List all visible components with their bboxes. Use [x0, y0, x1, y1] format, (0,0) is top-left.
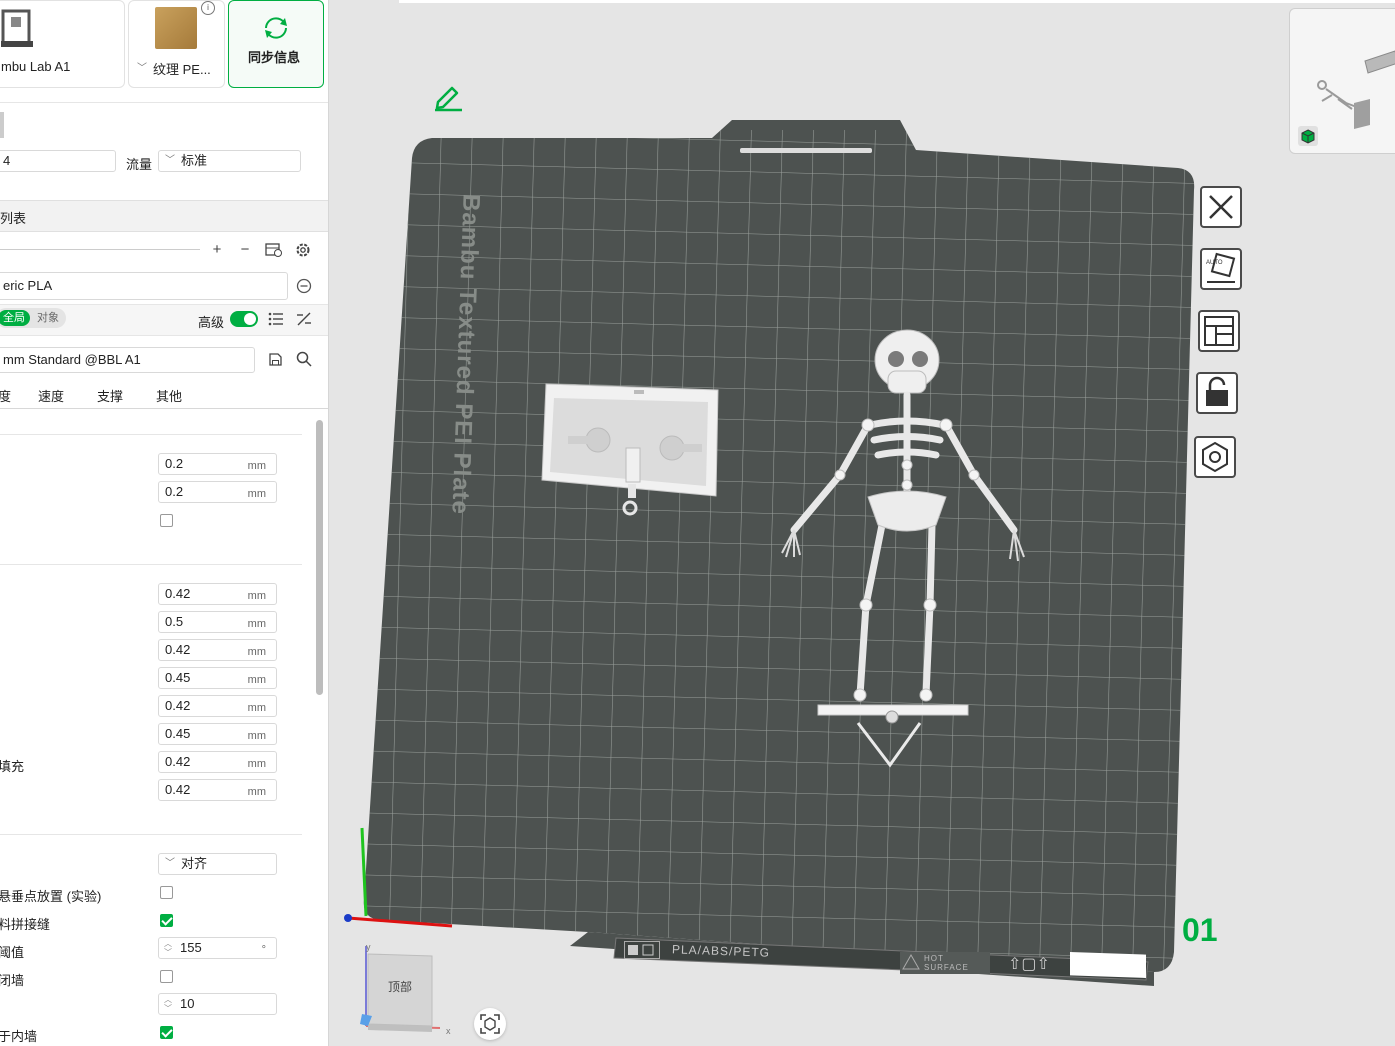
- line-width-field[interactable]: 0.42 mm: [158, 779, 277, 801]
- close-icon[interactable]: [1200, 186, 1242, 228]
- recenter-button[interactable]: [474, 1008, 506, 1040]
- tab-others[interactable]: 其他: [156, 386, 182, 405]
- threshold-stepper[interactable]: ︿ ﹀ 155 °: [158, 937, 277, 959]
- plate-preview: [1317, 50, 1395, 129]
- list-header-title: 列表: [0, 211, 27, 226]
- printer-card[interactable]: mbu Lab A1: [0, 0, 125, 88]
- plate-name: 纹理 PE...: [153, 62, 211, 77]
- filament-value-field[interactable]: 4: [0, 150, 116, 172]
- chevron-down-icon: ﹀: [165, 858, 175, 869]
- list-header: 列表: [0, 200, 328, 232]
- overhang-checkbox[interactable]: [160, 886, 173, 899]
- line-width-field[interactable]: 0.5 mm: [158, 611, 277, 633]
- sync-icon: [265, 17, 287, 39]
- tab-quality[interactable]: 度: [0, 386, 11, 405]
- scrollbar[interactable]: [316, 420, 323, 695]
- list-icon[interactable]: [268, 311, 284, 327]
- stepper-up-icon[interactable]: ︿: [164, 996, 172, 1004]
- section-marker: [0, 112, 4, 138]
- inner-wall-checkbox[interactable]: [160, 1026, 173, 1039]
- minus-circle-icon[interactable]: [296, 278, 312, 294]
- skeleton-model[interactable]: [770, 325, 1030, 775]
- plate-settings-icon[interactable]: [1194, 436, 1236, 478]
- fill-label: 填充: [0, 759, 25, 774]
- wall-label: 闭墙: [0, 973, 25, 988]
- focus-icon: [480, 1014, 500, 1034]
- chevron-down-icon: ﹀: [165, 155, 175, 166]
- edit-icon[interactable]: [432, 82, 466, 112]
- stepper-up-icon[interactable]: ︿: [164, 940, 172, 948]
- view-cube-label: 顶部: [388, 980, 413, 994]
- remove-icon[interactable]: −: [235, 240, 255, 260]
- sync-button[interactable]: 同步信息: [228, 0, 324, 88]
- svg-text:AUTO: AUTO: [1206, 260, 1223, 266]
- auto-orient-icon[interactable]: AUTO: [1200, 248, 1242, 290]
- tab-speed[interactable]: 速度: [38, 386, 64, 405]
- save-icon[interactable]: [268, 352, 283, 367]
- plate-thumbnail-panel[interactable]: [1289, 8, 1395, 154]
- line-width-field[interactable]: 0.45 mm: [158, 723, 277, 745]
- line-width-field[interactable]: 0.42 mm: [158, 639, 277, 661]
- threshold-label: 阈值: [0, 945, 25, 960]
- flow-label: 流量: [126, 157, 153, 172]
- wall-checkbox[interactable]: [160, 970, 173, 983]
- hot-surface-badge: HOT SURFACE: [900, 952, 990, 974]
- line-width-field[interactable]: 0.42 mm: [158, 695, 277, 717]
- plate-number: 01: [1182, 912, 1218, 948]
- line-width-field[interactable]: 0.45 mm: [158, 667, 277, 689]
- chevron-down-icon[interactable]: ﹀: [137, 59, 147, 74]
- box-model[interactable]: [540, 380, 725, 520]
- flow-select[interactable]: ﹀ 标准: [158, 150, 301, 172]
- plate-logo-icon: [624, 941, 660, 959]
- seam-position-select[interactable]: ﹀ 对齐: [158, 853, 277, 875]
- scarf-checkbox[interactable]: [160, 914, 173, 927]
- option-checkbox[interactable]: [160, 514, 173, 527]
- cube-icon[interactable]: [1298, 126, 1318, 146]
- filament-edit-icon[interactable]: [265, 242, 283, 258]
- overhang-label: 悬垂点放置 (实验): [0, 889, 102, 904]
- plate-orientation-icon: ⇧▢⇧: [1008, 956, 1050, 973]
- first-layer-height-field[interactable]: 0.2 mm: [158, 481, 277, 503]
- stepper-down-icon[interactable]: ﹀: [164, 949, 172, 957]
- printer-name: mbu Lab A1: [1, 59, 71, 74]
- inner-wall-label: 于内墙: [0, 1029, 38, 1044]
- advanced-label: 高级: [198, 315, 225, 330]
- compare-icon[interactable]: [296, 311, 312, 327]
- scarf-label: 料拼接缝: [0, 917, 51, 932]
- scope-toggle[interactable]: 全局 对象: [0, 308, 66, 328]
- arrange-icon[interactable]: [1198, 310, 1240, 352]
- plate-card[interactable]: i ﹀ 纹理 PE...: [128, 0, 225, 88]
- axis-y-label: y: [366, 942, 371, 952]
- axis-x-label: x: [446, 1026, 451, 1036]
- add-icon[interactable]: +: [207, 240, 227, 260]
- line-width-field[interactable]: 0.42 mm: [158, 583, 277, 605]
- flow-value: 标准: [181, 153, 208, 168]
- tab-support[interactable]: 支撑: [97, 386, 123, 405]
- plate-corner-marker: [1070, 952, 1146, 978]
- scope-global[interactable]: 全局: [0, 310, 30, 326]
- count-stepper[interactable]: ︿ ﹀ 10: [158, 993, 277, 1015]
- lock-icon[interactable]: [1196, 372, 1238, 414]
- info-icon[interactable]: i: [201, 1, 215, 15]
- advanced-switch[interactable]: [230, 311, 258, 327]
- line-width-field[interactable]: 0.42 mm: [158, 751, 277, 773]
- printer-icon: [1, 9, 33, 47]
- process-profile-select[interactable]: mm Standard @BBL A1: [0, 347, 255, 373]
- scope-object[interactable]: 对象: [32, 310, 64, 326]
- search-icon[interactable]: [296, 351, 312, 367]
- layer-height-field[interactable]: 0.2 mm: [158, 453, 277, 475]
- plate-thumbnail: [155, 7, 197, 49]
- sync-label: 同步信息: [248, 50, 301, 65]
- settings-panel: mbu Lab A1 i ﹀ 纹理 PE... 同步信息 4 流量 ﹀ 标准 列…: [0, 0, 329, 1046]
- filament-profile-select[interactable]: eric PLA: [0, 272, 288, 300]
- gear-icon[interactable]: [295, 242, 311, 258]
- stepper-down-icon[interactable]: ﹀: [164, 1005, 172, 1013]
